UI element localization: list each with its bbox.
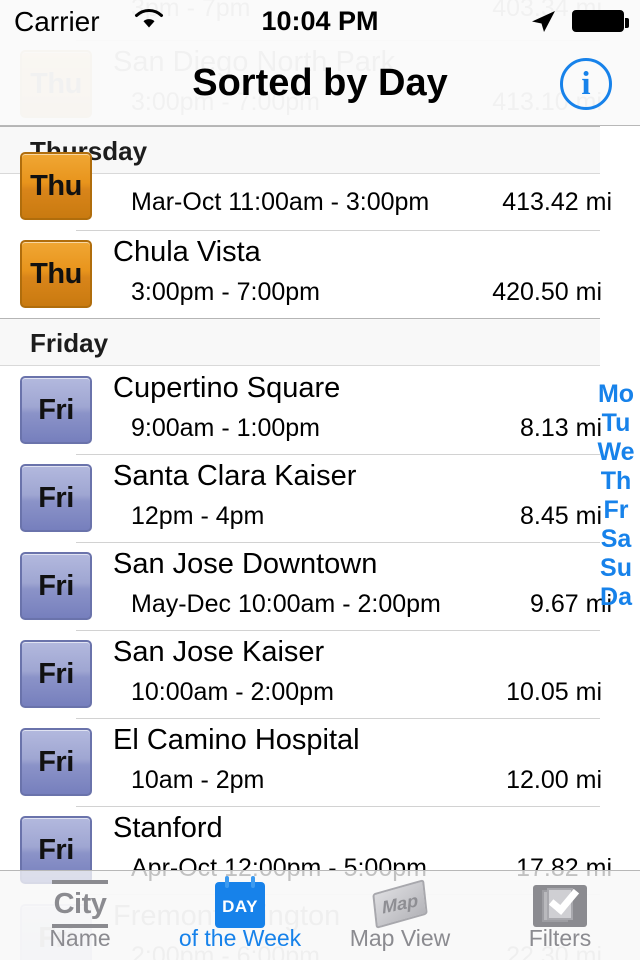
row-title: San Jose Kaiser [113,636,325,668]
section-index-strip[interactable]: Mo Tu We Th Fr Sa Su Da [596,380,636,612]
row-title: Chula Vista [113,236,261,268]
row-time: 12pm - 4pm [131,502,265,530]
tab-filters[interactable]: Filters [480,871,640,960]
tab-city-name[interactable]: City Name [0,871,160,960]
map-icon-text: Map [380,889,420,918]
day-badge: Fri [20,464,92,532]
row-time: 3:00pm - 7:00pm [131,278,320,306]
day-badge: Fri [20,640,92,708]
section-index-item[interactable]: Fr [604,496,629,525]
section-index-item[interactable]: Tu [602,409,631,438]
row-time: Mar-Oct 11:00am - 3:00pm [131,188,430,216]
section-index-item[interactable]: Su [600,554,632,583]
tab-bar: City Name DAY of the Week Map Map View F… [0,870,640,960]
table-row[interactable]: Fri El Camino Hospital 10am - 2pm 12.00 … [0,718,640,806]
filters-checklist-icon [532,879,588,929]
navigation-bar: Sorted by Day i [0,40,640,126]
tab-label-filters: Filters [528,925,592,951]
row-title: Cupertino Square [113,372,341,404]
row-title: San Jose Downtown [113,548,378,580]
tab-label-day-of-week: of the Week [178,925,302,951]
row-distance: 420.50 mi [492,278,602,306]
row-time: 9:00am - 1:00pm [131,414,320,442]
info-circle-icon[interactable]: i [560,58,612,110]
row-title: Stanford [113,812,223,844]
day-badge: Fri [20,376,92,444]
row-time: 10:00am - 2:00pm [131,678,334,706]
status-bar: Carrier 10:04 PM [0,0,640,40]
calendar-icon-text: DAY [222,897,258,916]
row-distance: 8.45 mi [520,502,602,530]
section-index-item[interactable]: We [597,438,634,467]
table-row[interactable]: Thu Chula Vista 3:00pm - 7:00pm 420.50 m… [0,230,640,318]
table-row[interactable]: Fri Cupertino Square 9:00am - 1:00pm 8.1… [0,366,640,454]
row-time: 10am - 2pm [131,766,265,794]
app-screen: 3pm - 7pm 403.34 mi Thu San Diego North … [0,0,640,960]
day-badge: Fri [20,552,92,620]
section-index-item[interactable]: Da [600,583,632,612]
day-badge: Fri [20,728,92,796]
table-row[interactable]: Fri San Jose Downtown May-Dec 10:00am - … [0,542,640,630]
section-index-item[interactable]: Sa [601,525,632,554]
row-distance: 12.00 mi [506,766,602,794]
table-row[interactable]: Thu Mar-Oct 11:00am - 3:00pm 413.42 mi [0,152,640,230]
location-arrow-icon [532,11,555,32]
section-header-friday: Friday [0,318,600,366]
map-scroll-icon: Map [372,879,428,929]
battery-full-icon [572,10,629,32]
calendar-day-icon: DAY [212,876,268,929]
day-badge: Thu [20,240,92,308]
row-distance: 8.13 mi [520,414,602,442]
page-title: Sorted by Day [192,62,448,104]
row-time: May-Dec 10:00am - 2:00pm [131,590,441,618]
city-name-icon: City [52,879,108,929]
row-title: Santa Clara Kaiser [113,460,357,492]
city-icon-text: City [52,880,108,928]
day-badge: Thu [20,152,92,220]
row-title: El Camino Hospital [113,724,360,756]
table-row[interactable]: Fri San Jose Kaiser 10:00am - 2:00pm 10.… [0,630,640,718]
tab-label-map-view: Map View [349,925,451,951]
table-row[interactable]: Fri Santa Clara Kaiser 12pm - 4pm 8.45 m… [0,454,640,542]
tab-day-of-week[interactable]: DAY of the Week [160,871,320,960]
section-index-item[interactable]: Th [601,467,632,496]
tab-label-city-name: Name [49,925,111,951]
tab-map-view[interactable]: Map Map View [320,871,480,960]
section-index-item[interactable]: Mo [598,380,634,409]
row-distance: 413.42 mi [502,188,612,216]
schedule-list[interactable]: 3pm - 7pm 403.34 mi Thu San Diego North … [0,0,640,960]
row-distance: 10.05 mi [506,678,602,706]
